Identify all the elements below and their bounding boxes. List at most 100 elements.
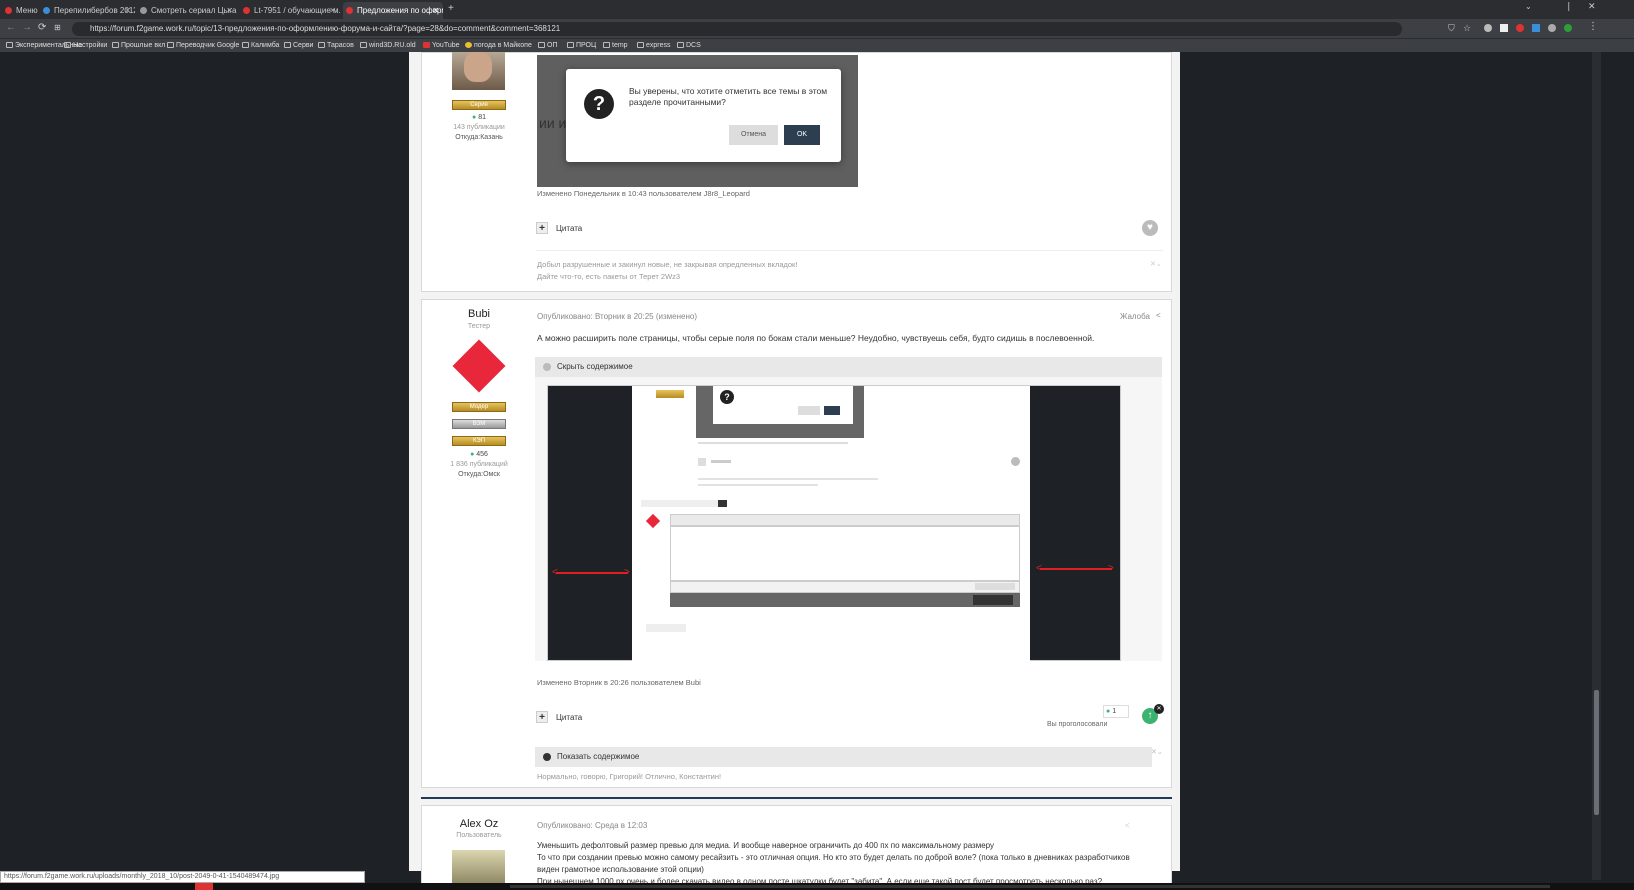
share-icon[interactable]: < [1125, 821, 1130, 830]
address-bar[interactable]: https://forum.f2game.work.ru/topic/13-пр… [72, 22, 1402, 36]
post-date[interactable]: Опубликовано: Вторник в 20:25 (изменено) [537, 312, 697, 321]
bookmark-item[interactable]: temp [603, 40, 628, 52]
confirm-dialog: ? Вы уверены, что хотите отметить все те… [566, 69, 841, 162]
browser-tab-1[interactable]: Перепилибербов 2012-й ...✕ [40, 2, 135, 19]
author-role: Пользователь [456, 832, 502, 839]
browser-tab-0[interactable]: Меню [2, 2, 38, 19]
forward-icon[interactable]: → [22, 22, 32, 33]
apps-icon[interactable]: ⊞ [54, 23, 61, 32]
unread-separator [421, 797, 1172, 799]
reload-icon[interactable]: ⟳ [38, 22, 46, 33]
arrow-marker [1040, 568, 1112, 570]
extension-icon[interactable] [1516, 24, 1524, 32]
shield-icon[interactable]: ⛉ [1448, 23, 1455, 34]
minus-circle-icon [543, 363, 551, 371]
signature-line: Нормально, говорю, Григорий! Отлично, Ко… [537, 772, 722, 781]
spoiler-header[interactable]: Показать содержимое [535, 747, 1152, 767]
bookmarks-bar: Экспериментальные Настройки Прошлые вкл … [0, 38, 1634, 52]
author-location: Откуда:Казань [455, 134, 503, 141]
bookmark-item[interactable]: погода в Майкопе [465, 40, 532, 52]
reaction-status: Вы проголосовали [1047, 721, 1108, 728]
restore-button[interactable]: ❘ [1565, 1, 1573, 12]
folder-icon [637, 42, 644, 48]
close-icon[interactable]: ✕ [1154, 704, 1164, 714]
taskbar-app-icon[interactable] [195, 883, 213, 890]
close-icon[interactable]: ✕ [329, 2, 336, 19]
extension-icon[interactable] [1500, 24, 1508, 32]
question-icon: ? [720, 390, 734, 404]
bookmark-item[interactable]: Тарасов [318, 40, 354, 52]
avatar[interactable] [452, 850, 505, 885]
bookmark-item[interactable]: YouTube [423, 40, 460, 52]
rank-badge: Серия [452, 100, 506, 110]
tab-favicon-icon [243, 7, 250, 14]
author-location: Откуда:Омск [458, 471, 500, 478]
window-close-button[interactable]: ✕ [1588, 1, 1596, 12]
avatar[interactable] [452, 52, 505, 90]
author-name[interactable]: Alex Oz [434, 818, 524, 830]
bookmark-item[interactable]: Настройки [64, 40, 107, 52]
status-bar: https://forum.f2game.work.ru/uploads/mon… [0, 871, 365, 883]
tab-favicon-icon [43, 7, 50, 14]
close-icon[interactable]: ✕ [124, 2, 131, 19]
bookmark-item[interactable]: wind3D.RU.old [360, 40, 416, 52]
back-icon[interactable]: ← [6, 22, 16, 33]
play-circle-icon [543, 753, 551, 761]
bookmark-item[interactable]: Переводчик Google [167, 40, 239, 52]
page-icon [112, 42, 119, 48]
navigation-bar: ← → ⟳ ⊞ https://forum.f2game.work.ru/top… [0, 19, 1634, 38]
minimize-button[interactable]: ⌄ [1525, 2, 1532, 11]
extension-icon[interactable] [1548, 24, 1556, 32]
divider [536, 250, 1163, 251]
upvote-icon: ● [1106, 708, 1111, 715]
browser-tab-active[interactable]: Предложения по оформ...✕ [343, 2, 443, 19]
quote-button[interactable]: + Цитата [536, 711, 582, 723]
quote-button[interactable]: + Цитата [536, 222, 582, 234]
extension-icon[interactable] [1564, 24, 1572, 32]
taskbar [0, 883, 1634, 890]
ok-button[interactable]: OK [784, 125, 820, 145]
dialog-message: Вы уверены, что хотите отметить все темы… [629, 86, 828, 107]
scrollbar-thumb[interactable] [1594, 690, 1599, 815]
folder-icon [6, 42, 13, 48]
report-link[interactable]: Жалоба [1120, 312, 1150, 321]
tab-bar: Меню Перепилибербов 2012-й ...✕ Смотреть… [0, 0, 1634, 19]
embedded-screenshot[interactable]: ? < > < > [547, 385, 1121, 662]
browser-tab-2[interactable]: Смотреть сериал Цыган...✕ [137, 2, 237, 19]
collapse-icon[interactable]: ✕⌄ [1150, 260, 1162, 268]
signature-line: Добыл разрушенные и закинул новые, не за… [537, 260, 798, 269]
browser-tab-3[interactable]: Lt-7951 / обучающие м... ✕ [240, 2, 340, 19]
author-role: Тестер [467, 323, 491, 330]
cancel-button[interactable]: Отмена [729, 125, 778, 145]
close-icon[interactable]: ✕ [226, 2, 233, 19]
bookmark-item[interactable]: DCS [677, 40, 701, 52]
bookmark-star-icon[interactable]: ☆ [1463, 23, 1471, 34]
author-name[interactable]: Bubi [434, 308, 524, 320]
menu-icon[interactable]: ⋮ [1588, 21, 1598, 32]
bookmark-item[interactable]: express [637, 40, 671, 52]
bookmark-item[interactable]: ОП [538, 40, 557, 52]
share-icon[interactable]: < [1156, 311, 1161, 320]
bookmark-item[interactable]: Серви [284, 40, 313, 52]
spoiler-header[interactable]: Скрыть содержимое [535, 357, 1162, 377]
arrow-marker [556, 572, 628, 574]
post-text: виден грамотное использование этой опции… [537, 865, 704, 874]
weather-icon [465, 42, 472, 48]
extension-icon[interactable] [1532, 24, 1540, 32]
tab-favicon-icon [5, 7, 12, 14]
post-date[interactable]: Опубликовано: Среда в 12:03 [537, 821, 647, 830]
new-tab-button[interactable]: + [448, 3, 454, 14]
like-icon[interactable]: ♥ [1142, 220, 1158, 236]
gear-icon [64, 42, 71, 48]
extension-icon[interactable] [1484, 24, 1492, 32]
bookmark-item[interactable]: ПРОЦ [567, 40, 596, 52]
close-icon[interactable]: ✕ [432, 2, 439, 19]
reaction-count[interactable]: ● 1 [1103, 705, 1129, 718]
bookmark-item[interactable]: Прошлые вкл [112, 40, 165, 52]
collapse-icon[interactable]: ✕⌄ [1151, 748, 1163, 756]
post-text: То что при создании превью можно самому … [537, 853, 1130, 862]
bookmark-item[interactable]: Калимба [242, 40, 279, 52]
rank-badge: КЭП [452, 436, 506, 446]
post-count: 1 836 публикаций [450, 461, 508, 468]
reputation-icon: ● [472, 114, 477, 121]
